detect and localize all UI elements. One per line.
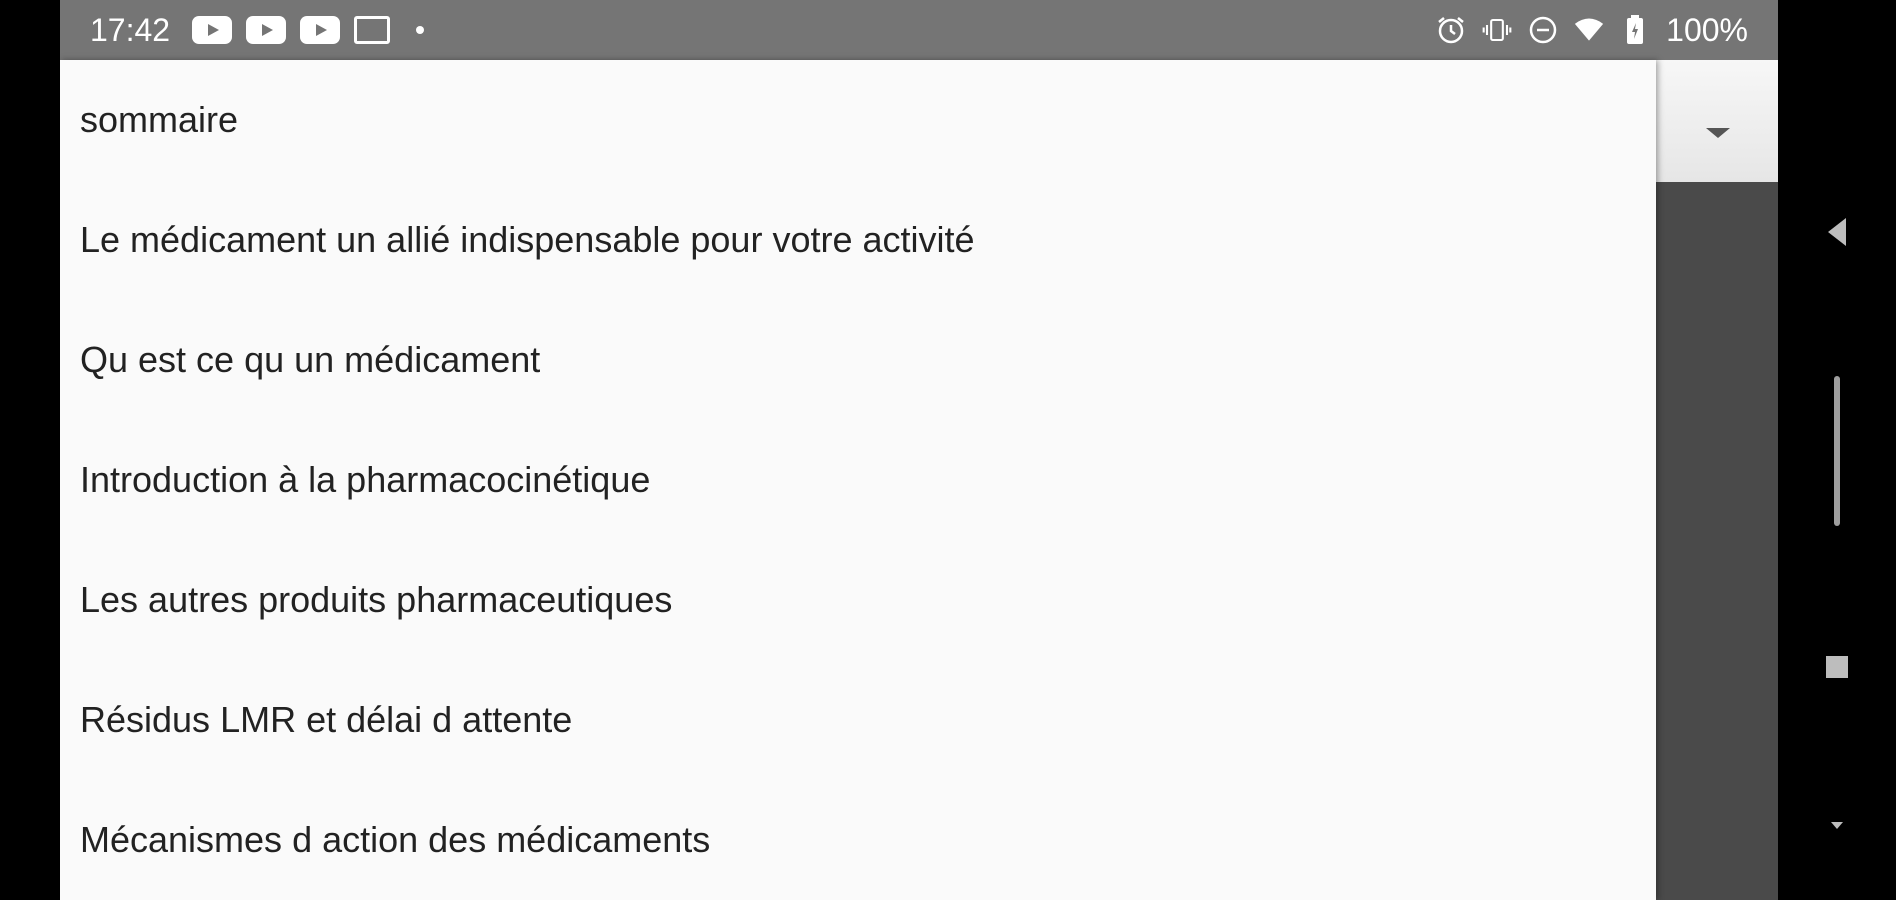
- back-icon[interactable]: [1828, 218, 1846, 246]
- more-notifications-dot-icon: [416, 26, 424, 34]
- phone-screen: 17:42 100% sommaire Le médicament un all…: [60, 0, 1778, 900]
- battery-percentage: 100%: [1666, 12, 1748, 48]
- dropdown-item-medicament-allie[interactable]: Le médicament un allié indispensable pou…: [60, 180, 1656, 300]
- dropdown-item-autres-produits[interactable]: Les autres produits pharmaceutiques: [60, 540, 1656, 660]
- screen: 17:42 100% sommaire Le médicament un all…: [0, 0, 1896, 900]
- status-bar: 17:42 100%: [60, 0, 1778, 60]
- youtube-icon: [246, 16, 286, 44]
- scroll-indicator: [1834, 376, 1840, 526]
- gmail-icon: [354, 16, 390, 44]
- dropdown-item-qu-est-ce-medicament[interactable]: Qu est ce qu un médicament: [60, 300, 1656, 420]
- alarm-icon: [1436, 15, 1466, 45]
- navigation-bar: [1778, 0, 1896, 900]
- dropdown-arrow-icon[interactable]: [1706, 128, 1730, 138]
- youtube-icon: [300, 16, 340, 44]
- dropdown-item-mecanismes-action[interactable]: Mécanismes d action des médicaments: [60, 780, 1656, 900]
- battery-icon: [1620, 15, 1650, 45]
- dropdown-list: sommaire Le médicament un allié indispen…: [60, 60, 1656, 900]
- notification-icons: [192, 14, 424, 46]
- chevron-down-icon[interactable]: [1831, 822, 1843, 829]
- app-toolbar-background: [1656, 60, 1778, 182]
- recents-icon[interactable]: [1826, 656, 1848, 678]
- app-content-background: [1656, 182, 1778, 900]
- dropdown-item-residus-lmr[interactable]: Résidus LMR et délai d attente: [60, 660, 1656, 780]
- dropdown-item-pharmacocinetique[interactable]: Introduction à la pharmacocinétique: [60, 420, 1656, 540]
- status-right-icons: 100%: [1436, 12, 1748, 48]
- status-time: 17:42: [90, 12, 171, 48]
- wifi-icon: [1574, 15, 1604, 45]
- youtube-icon: [192, 16, 232, 44]
- vibrate-icon: [1482, 15, 1512, 45]
- do-not-disturb-icon: [1528, 15, 1558, 45]
- dropdown-item-sommaire[interactable]: sommaire: [60, 60, 1656, 180]
